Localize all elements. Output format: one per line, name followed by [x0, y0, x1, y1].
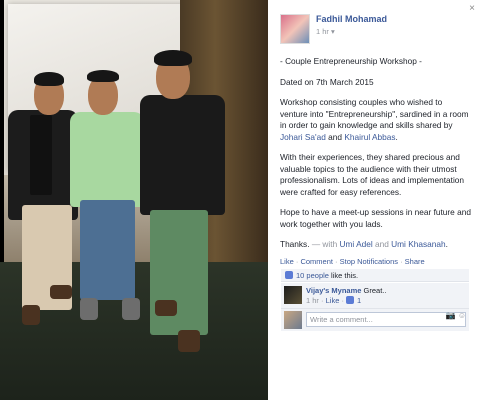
tag-umi-adel[interactable]: Umi Adel [339, 239, 372, 249]
post-date: Dated on 7th March 2015 [280, 76, 374, 87]
author-avatar[interactable] [280, 14, 310, 44]
post-thanks: Thanks. — with Umi Adel and Umi Khasanah… [280, 239, 448, 249]
comment-like-count[interactable]: 1 [357, 296, 361, 305]
post-panel: × Fadhil Mohamad 1 hr ▾ - Couple Entrepr… [268, 0, 481, 400]
like-button[interactable]: Like [280, 257, 294, 266]
share-button[interactable]: Share [405, 257, 425, 266]
write-comment: Write a comment... 📷 ☺ [281, 309, 469, 331]
emoji-icon[interactable]: ☺ [458, 311, 466, 320]
post-body: - Couple Entrepreneurship Workshop - Dat… [280, 56, 472, 260]
post-paragraph-3: Hope to have a meet-up sessions in near … [280, 207, 471, 229]
tag-johari[interactable]: Johari Sa'ad [280, 132, 326, 142]
post-header: Fadhil Mohamad 1 hr ▾ [280, 14, 387, 44]
comment-button[interactable]: Comment [300, 257, 333, 266]
audience-icon[interactable]: ▾ [331, 27, 335, 36]
post-time[interactable]: 1 hr ▾ [316, 27, 387, 36]
commenter-avatar[interactable] [284, 286, 302, 304]
comment-meta: 1 hr · Like · 1 [306, 296, 362, 305]
comment-input-icons: 📷 ☺ [446, 311, 466, 320]
post-title: - Couple Entrepreneurship Workshop - [280, 56, 422, 66]
thumbs-up-icon [346, 296, 355, 304]
tag-khairul[interactable]: Khairul Abbas [344, 132, 395, 142]
camera-icon[interactable]: 📷 [446, 311, 456, 320]
comment-like-button[interactable]: Like [326, 296, 340, 305]
post-paragraph-2: With their experiences, they shared prec… [280, 152, 465, 197]
photo[interactable] [0, 0, 268, 400]
comment-input[interactable]: Write a comment... [306, 312, 466, 327]
post-paragraph-1: Workshop consisting couples who wished t… [280, 97, 469, 142]
stop-notifications-button[interactable]: Stop Notifications [340, 257, 398, 266]
close-icon[interactable]: × [469, 3, 475, 14]
current-user-avatar [284, 311, 302, 329]
likes-count-link[interactable]: 10 people [296, 271, 329, 280]
commenter-name[interactable]: Vijay's Myname [306, 286, 361, 295]
comment-item: Vijay's Myname Great.. 1 hr · Like · 1 [281, 283, 469, 309]
post-header-info: Fadhil Mohamad 1 hr ▾ [316, 14, 387, 44]
tag-umi-khasanah[interactable]: Umi Khasanah [391, 239, 445, 249]
comment-text: Vijay's Myname Great.. [306, 286, 387, 295]
author-name[interactable]: Fadhil Mohamad [316, 14, 387, 24]
likes-summary: 10 people like this. [281, 269, 469, 282]
thumbs-up-icon [285, 271, 293, 279]
post-actions: Like · Comment · Stop Notifications · Sh… [280, 257, 425, 266]
